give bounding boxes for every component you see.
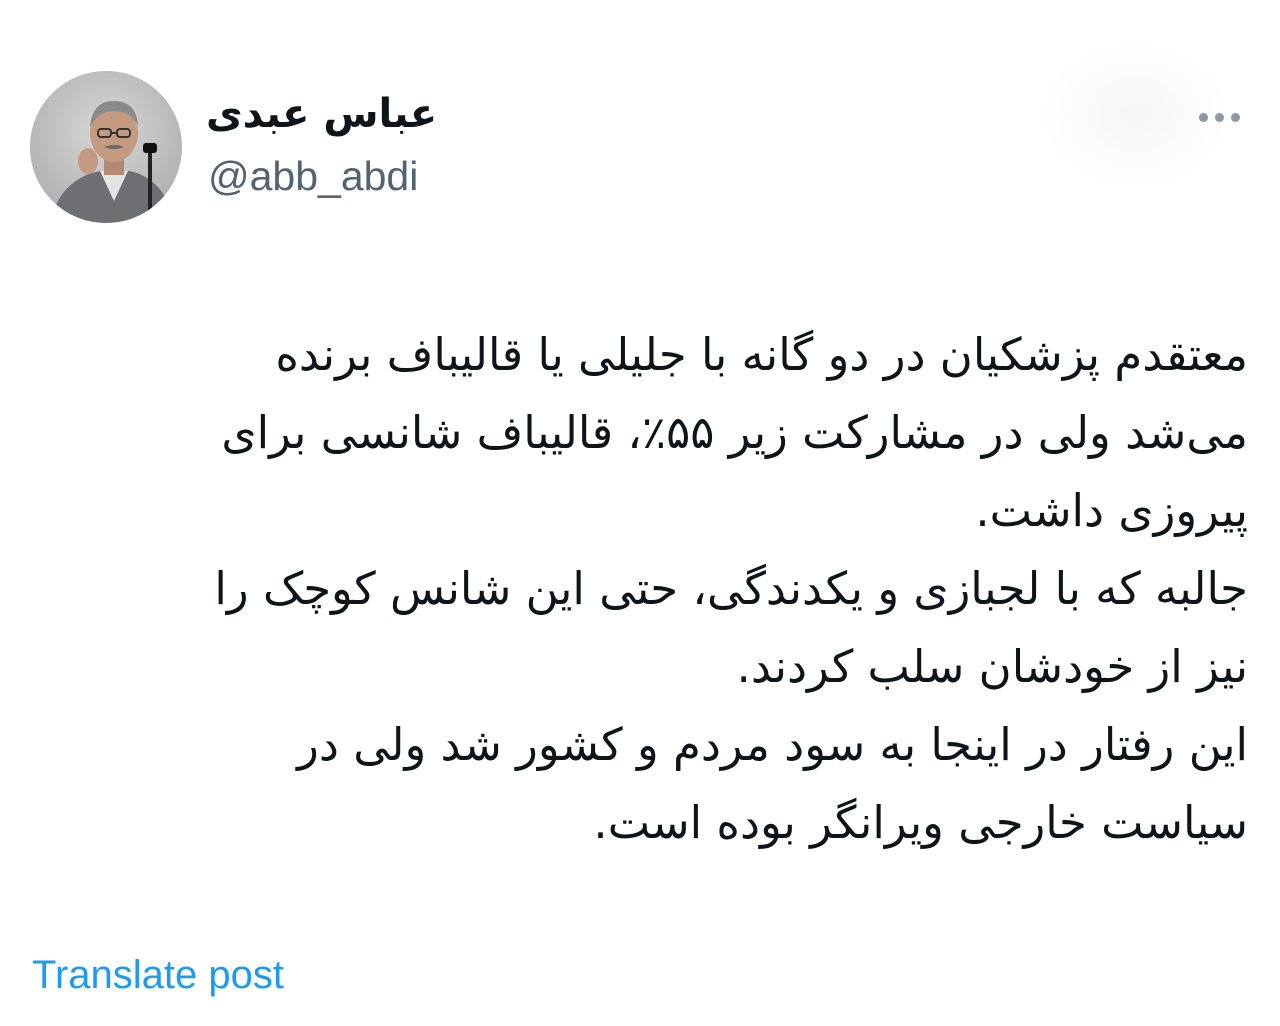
post-text-line: نیز از خودشان سلب کردند. (736, 640, 1248, 693)
avatar[interactable] (30, 71, 182, 223)
more-dot (1230, 112, 1240, 122)
more-horizontal-icon[interactable] (1188, 100, 1250, 134)
post-text-line: جالبه که با لجبازی و یکدندگی، حتی این شا… (214, 562, 1248, 615)
post-text-line: این رفتار در اینجا به سود مردم و کشور شد… (297, 718, 1248, 771)
translate-post-link[interactable]: Translate post (32, 950, 284, 1000)
post-text-line: می‌شد ولی در مشارکت زیر ۵۵٪، قالیباف شان… (221, 406, 1248, 459)
post-text-line: سیاست خارجی ویرانگر بوده است. (593, 796, 1248, 849)
post-text: معتقدم پزشکیان در دو گانه با جلیلی یا قا… (40, 316, 1248, 862)
tweet-card: عباس عبدی @abb_abdi معتقدم پزشکیان در دو… (0, 0, 1280, 1026)
post-text-line: معتقدم پزشکیان در دو گانه با جلیلی یا قا… (275, 328, 1248, 381)
user-handle[interactable]: @abb_abdi (208, 152, 418, 200)
post-text-line: پیروزی داشت. (975, 484, 1248, 537)
more-dot (1198, 112, 1208, 122)
display-name[interactable]: عباس عبدی (206, 86, 437, 142)
more-dot (1214, 112, 1224, 122)
